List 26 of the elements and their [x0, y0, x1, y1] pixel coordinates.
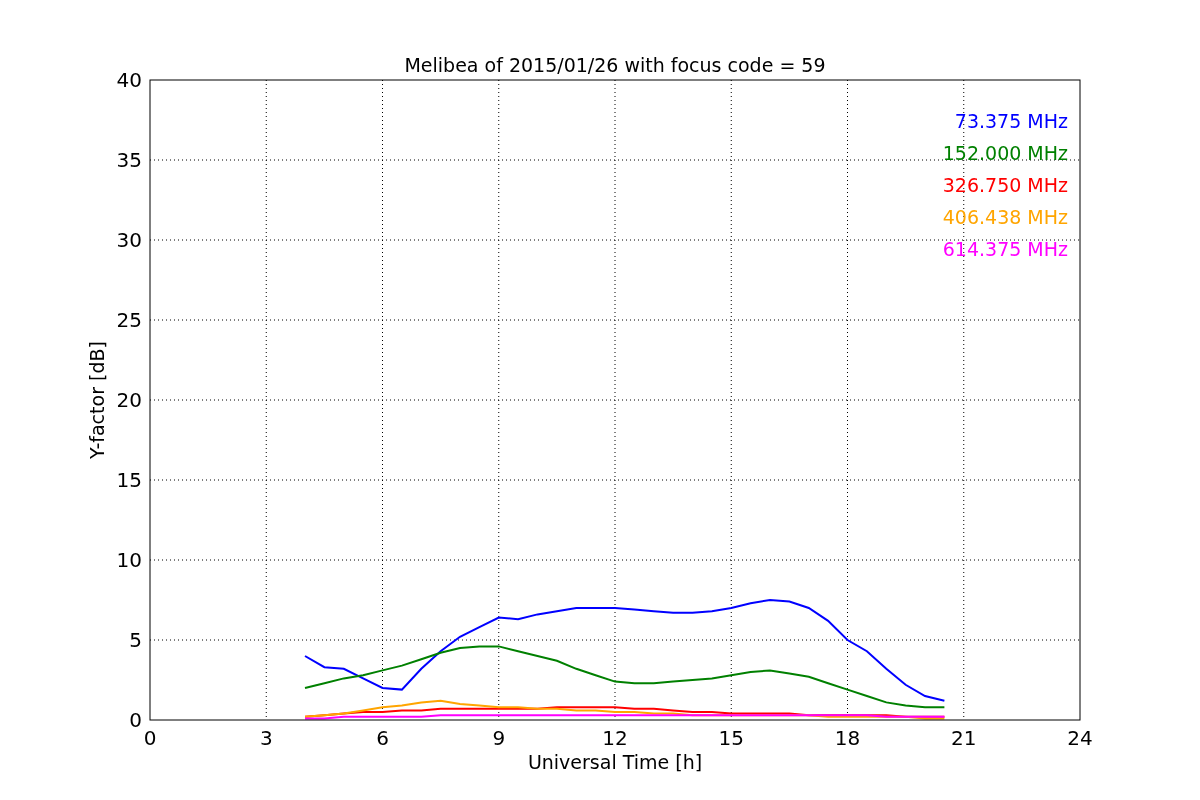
axis-label: Y-factor [dB]: [86, 341, 108, 459]
tick-label: 18: [834, 726, 861, 750]
tick-label: 20: [116, 388, 142, 412]
tick-label: 25: [116, 308, 142, 332]
tick-label: 5: [129, 628, 142, 652]
tick-label: 0: [143, 726, 157, 750]
tick-label: 9: [492, 726, 506, 750]
tick-label: 15: [718, 726, 744, 750]
tick-label: 15: [116, 468, 142, 492]
legend-text: 406.438 MHz: [942, 206, 1068, 228]
tick-label: 6: [376, 726, 389, 750]
tick-label: 30: [116, 228, 142, 252]
tick-label: 24: [1067, 726, 1093, 750]
tick-label: 35: [116, 148, 142, 172]
tick-label: 0: [129, 708, 142, 732]
tick-label: 40: [116, 68, 142, 92]
axis-label: Universal Time [h]: [527, 751, 703, 773]
tick-label: 10: [116, 548, 142, 572]
legend-text: 326.750 MHz: [942, 174, 1068, 196]
tick-label: 3: [259, 726, 273, 750]
chart-title: Melibea of 2015/01/26 with focus code = 59: [404, 54, 826, 76]
legend-text: 614.375 MHz: [942, 238, 1068, 260]
tick-label: 21: [951, 726, 977, 750]
tick-label: 12: [602, 726, 628, 750]
legend-text: 73.375 MHz: [954, 110, 1068, 132]
legend-text: 152.000 MHz: [942, 142, 1068, 164]
